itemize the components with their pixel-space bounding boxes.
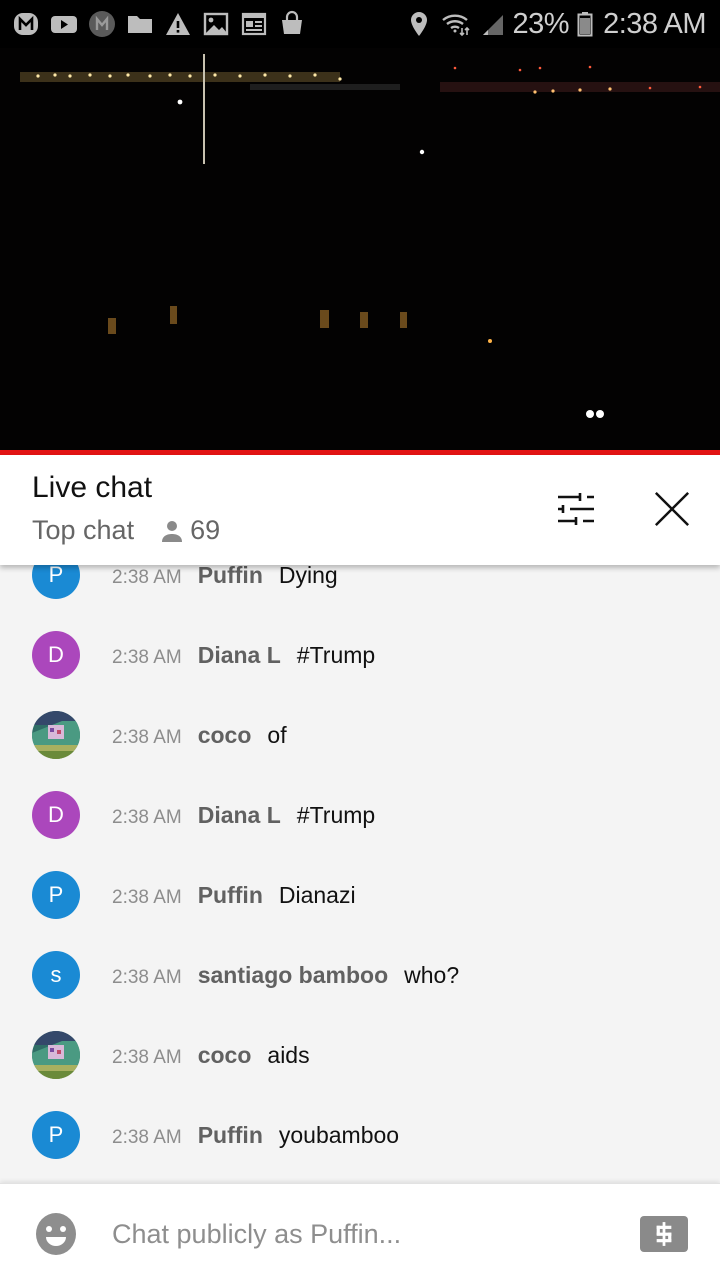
message-timestamp: 2:38 AM bbox=[112, 886, 182, 908]
chat-title: Live chat bbox=[32, 471, 153, 504]
message-author[interactable]: coco bbox=[198, 722, 252, 749]
avatar-initial: s bbox=[50, 962, 62, 987]
author-avatar[interactable]: P bbox=[32, 871, 80, 919]
message-timestamp: 2:38 AM bbox=[112, 966, 182, 988]
chat-message-list[interactable]: P 2:38 AM Puffin Dying D 2:38 AM Diana L #Trump… bbox=[0, 535, 720, 1183]
chat-filter-button[interactable] bbox=[552, 485, 600, 533]
message-text: aids bbox=[267, 1041, 310, 1068]
message-timestamp: 2:38 AM bbox=[112, 806, 182, 828]
emoji-icon bbox=[36, 1213, 76, 1255]
message-author[interactable]: coco bbox=[198, 1042, 252, 1069]
message-text: Dianazi bbox=[278, 881, 356, 908]
author-avatar[interactable] bbox=[32, 711, 80, 759]
author-avatar[interactable]: D bbox=[32, 631, 80, 679]
dollar-icon bbox=[656, 1222, 672, 1246]
avatar-initial: P bbox=[48, 562, 64, 587]
author-avatar[interactable]: D bbox=[32, 791, 80, 839]
viewer-count-value: 69 bbox=[190, 515, 221, 545]
location-icon bbox=[405, 10, 433, 38]
youtube-icon bbox=[50, 10, 78, 38]
message-text: Dying bbox=[278, 561, 338, 588]
message-body: 2:38 AM Diana L #Trump bbox=[112, 802, 375, 829]
system-status: 23% 2:38 AM bbox=[405, 8, 706, 41]
author-avatar[interactable]: P bbox=[32, 1111, 80, 1159]
chat-message[interactable]: 2:38 AM coco aids bbox=[0, 1015, 720, 1095]
notification-icons bbox=[12, 10, 306, 38]
chat-message[interactable]: s 2:38 AM santiago bamboo who? bbox=[0, 935, 720, 1015]
close-chat-button[interactable] bbox=[648, 485, 696, 533]
super-chat-button[interactable] bbox=[640, 1216, 688, 1252]
video-player[interactable] bbox=[0, 48, 720, 450]
avatar-initial: D bbox=[48, 802, 64, 827]
message-text: #Trump bbox=[296, 801, 376, 828]
shopping-bag-icon bbox=[278, 10, 306, 38]
battery-icon bbox=[577, 10, 593, 38]
folder-icon bbox=[126, 10, 154, 38]
video-frame bbox=[0, 48, 720, 450]
signal-icon bbox=[481, 10, 505, 38]
message-timestamp: 2:38 AM bbox=[112, 1126, 182, 1148]
chat-input-bar bbox=[0, 1183, 720, 1280]
message-timestamp: 2:38 AM bbox=[112, 566, 182, 588]
sliders-icon bbox=[558, 493, 594, 525]
calendar-news-icon bbox=[240, 10, 268, 38]
message-body: 2:38 AM coco aids bbox=[112, 1042, 310, 1069]
light-pole bbox=[203, 54, 205, 164]
message-body: 2:38 AM Puffin Dying bbox=[112, 562, 338, 589]
close-icon bbox=[654, 491, 690, 527]
wifi-icon bbox=[441, 10, 473, 38]
message-text: who? bbox=[404, 961, 460, 988]
message-author[interactable]: Diana L bbox=[198, 642, 281, 669]
message-author[interactable]: Puffin bbox=[198, 882, 263, 909]
chat-mode-selector[interactable]: Top chat 69 bbox=[32, 515, 220, 546]
status-bar: 23% 2:38 AM bbox=[0, 0, 720, 48]
message-body: 2:38 AM coco of bbox=[112, 722, 287, 749]
clock: 2:38 AM bbox=[603, 7, 706, 40]
emoji-button[interactable] bbox=[34, 1212, 78, 1256]
chat-message[interactable]: 2:38 AM coco of bbox=[0, 695, 720, 775]
message-timestamp: 2:38 AM bbox=[112, 646, 182, 668]
message-timestamp: 2:38 AM bbox=[112, 726, 182, 748]
message-body: 2:38 AM Puffin Dianazi bbox=[112, 882, 356, 909]
message-author[interactable]: Puffin bbox=[198, 1122, 263, 1149]
m-app-icon bbox=[12, 10, 40, 38]
chat-message[interactable]: D 2:38 AM Diana L #Trump bbox=[0, 775, 720, 855]
message-body: 2:38 AM Diana L #Trump bbox=[112, 642, 375, 669]
chat-message[interactable]: P 2:38 AM Puffin Dianazi bbox=[0, 855, 720, 935]
message-text: of bbox=[267, 721, 287, 748]
avatar-initial: P bbox=[48, 882, 64, 907]
m-app-dark-icon bbox=[88, 10, 116, 38]
chat-message[interactable]: P 2:38 AM Puffin youbamboo bbox=[0, 1095, 720, 1175]
message-body: 2:38 AM santiago bamboo who? bbox=[112, 962, 459, 989]
author-avatar[interactable]: s bbox=[32, 951, 80, 999]
author-avatar[interactable] bbox=[32, 1031, 80, 1079]
chat-message-input[interactable] bbox=[112, 1212, 592, 1256]
avatar-initial: D bbox=[48, 642, 64, 667]
battery-percent: 23% bbox=[512, 7, 570, 40]
person-icon bbox=[162, 520, 183, 542]
message-author[interactable]: Puffin bbox=[198, 562, 263, 589]
chat-header: Live chat Top chat 69 bbox=[0, 455, 720, 565]
message-text: #Trump bbox=[296, 641, 376, 668]
chat-mode-label: Top chat bbox=[32, 515, 135, 545]
avatar-initial: P bbox=[48, 1122, 64, 1147]
message-author[interactable]: Diana L bbox=[198, 802, 281, 829]
message-body: 2:38 AM Puffin youbamboo bbox=[112, 1122, 399, 1149]
image-icon bbox=[202, 10, 230, 38]
photo-avatar-image bbox=[32, 1031, 80, 1079]
photo-avatar-image bbox=[32, 711, 80, 759]
message-text: youbamboo bbox=[278, 1121, 400, 1148]
warning-icon bbox=[164, 10, 192, 38]
chat-message[interactable]: D 2:38 AM Diana L #Trump bbox=[0, 615, 720, 695]
viewer-count: 69 bbox=[160, 515, 220, 546]
message-author[interactable]: santiago bamboo bbox=[198, 962, 388, 989]
message-timestamp: 2:38 AM bbox=[112, 1046, 182, 1068]
